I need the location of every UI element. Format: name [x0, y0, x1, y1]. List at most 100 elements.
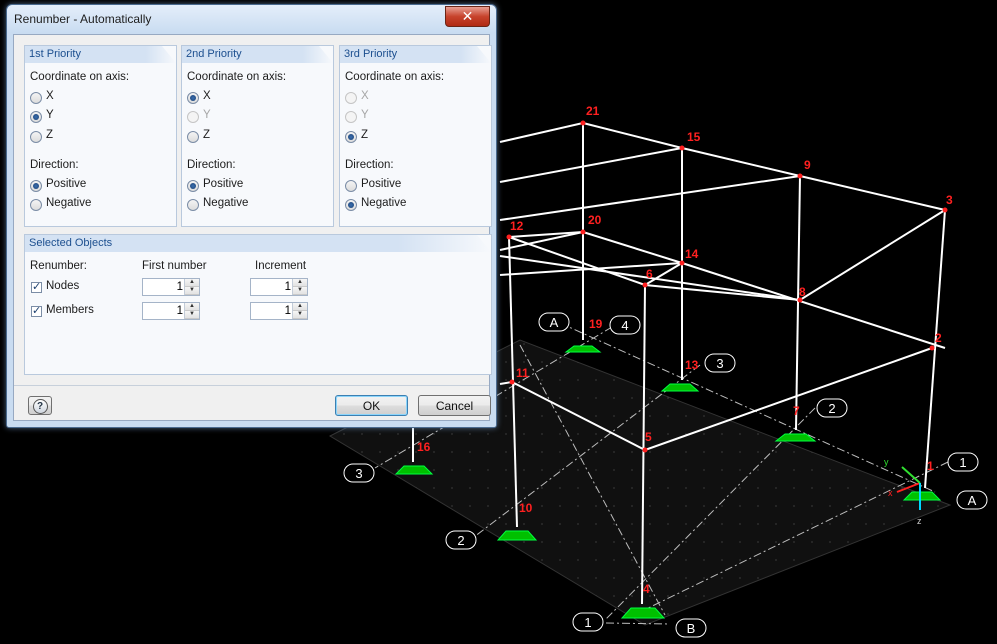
priority-2-radio-positive[interactable] [187, 180, 199, 192]
priority-3-label-y: Y [361, 109, 369, 121]
priority-1-header: 1st Priority [25, 46, 176, 63]
priority-2-radio-negative[interactable] [187, 199, 199, 211]
svg-text:1: 1 [584, 615, 591, 630]
close-button[interactable]: ✕ [445, 6, 490, 27]
priority-1-label-x[interactable]: X [46, 90, 54, 102]
ok-button[interactable]: OK [335, 395, 408, 416]
priority-3-label-negative[interactable]: Negative [361, 197, 406, 209]
node-label-13: 13 [685, 358, 699, 372]
dialog-titlebar[interactable]: Renumber - Automatically ✕ [7, 5, 496, 33]
priority-1-radio-negative[interactable] [30, 199, 42, 211]
priority-1-label-z[interactable]: Z [46, 129, 53, 141]
node-label-7: 7 [793, 404, 800, 418]
grid-bubble-A-right: A [956, 490, 988, 510]
nodes-first-down-icon[interactable]: ▼ [185, 287, 199, 295]
priority-1-radio-positive[interactable] [30, 180, 42, 192]
node-label-9: 9 [804, 158, 811, 172]
first-number-label: First number [142, 260, 207, 272]
close-icon: ✕ [461, 8, 474, 24]
members-label[interactable]: Members [46, 304, 94, 316]
node-label-6: 6 [646, 267, 653, 281]
svg-text:3: 3 [716, 356, 723, 371]
svg-text:A: A [550, 315, 559, 330]
members-checkbox[interactable] [31, 304, 42, 317]
nodes-first-up-icon[interactable]: ▲ [185, 279, 199, 287]
grid-bubble-4: 4 [609, 315, 641, 335]
grid-bubble-3-right: 3 [704, 353, 736, 373]
priority-2-label-positive[interactable]: Positive [203, 178, 243, 190]
help-icon: ? [32, 398, 48, 414]
grid-bubble-A-top: A [538, 312, 570, 332]
priority-3-label-positive[interactable]: Positive [361, 178, 401, 190]
priority-1-label-negative[interactable]: Negative [46, 197, 91, 209]
priority-2-radio-x[interactable] [187, 92, 199, 104]
priority-3-coord-label: Coordinate on axis: [345, 71, 445, 83]
priority-3-group: 3rd Priority Coordinate on axis: X Y Z D… [339, 45, 492, 227]
priority-2-group: 2nd Priority Coordinate on axis: X Y Z D… [181, 45, 334, 227]
svg-text:1: 1 [959, 455, 966, 470]
help-button[interactable]: ? [28, 396, 52, 415]
priority-2-label-z[interactable]: Z [203, 129, 210, 141]
priority-3-radio-negative[interactable] [345, 199, 357, 211]
node-label-10: 10 [519, 501, 533, 515]
priority-2-label-x[interactable]: X [203, 90, 211, 102]
priority-2-label-y: Y [203, 109, 211, 121]
grid-bubble-1-bottom: 1 [572, 612, 604, 632]
node-label-21: 21 [586, 104, 600, 118]
priority-3-direction-label: Direction: [345, 159, 394, 171]
grid-bubble-2-right: 2 [816, 398, 848, 418]
members-increment-input[interactable] [251, 303, 293, 319]
svg-text:A: A [968, 493, 977, 508]
node-label-5: 5 [645, 430, 652, 444]
priority-2-direction-label: Direction: [187, 159, 236, 171]
renumber-dialog: Renumber - Automatically ✕ 1st Priority … [6, 4, 497, 428]
node-label-1: 1 [927, 459, 934, 473]
priority-2-label-negative[interactable]: Negative [203, 197, 248, 209]
priority-1-group: 1st Priority Coordinate on axis: X Y Z D… [24, 45, 177, 227]
node-label-4: 4 [643, 582, 650, 596]
axis-x-label: x [888, 488, 893, 498]
members-first-number-input[interactable] [143, 303, 185, 319]
priority-3-radio-z[interactable] [345, 131, 357, 143]
cancel-button[interactable]: Cancel [418, 395, 491, 416]
svg-text:2: 2 [457, 533, 464, 548]
axis-z-label: z [917, 516, 922, 526]
svg-text:2: 2 [828, 401, 835, 416]
nodes-increment-down-icon[interactable]: ▼ [293, 287, 307, 295]
grid-bubble-3-left: 3 [343, 463, 375, 483]
priority-1-label-y[interactable]: Y [46, 109, 54, 121]
priority-3-label-z[interactable]: Z [361, 129, 368, 141]
priority-1-radio-y[interactable] [30, 111, 42, 123]
priority-3-radio-x [345, 92, 357, 104]
members-first-down-icon[interactable]: ▼ [185, 311, 199, 319]
priority-1-label-positive[interactable]: Positive [46, 178, 86, 190]
nodes-increment-stepper[interactable]: ▲▼ [250, 278, 308, 296]
members-increment-up-icon[interactable]: ▲ [293, 303, 307, 311]
members-first-up-icon[interactable]: ▲ [185, 303, 199, 311]
dialog-title: Renumber - Automatically [14, 12, 152, 26]
members-first-number-stepper[interactable]: ▲▼ [142, 302, 200, 320]
priority-2-header: 2nd Priority [182, 46, 333, 63]
nodes-increment-input[interactable] [251, 279, 293, 295]
node-label-16: 16 [417, 440, 431, 454]
nodes-label[interactable]: Nodes [46, 280, 79, 292]
nodes-checkbox[interactable] [31, 280, 42, 293]
priority-2-radio-z[interactable] [187, 131, 199, 143]
nodes-first-number-input[interactable] [143, 279, 185, 295]
axis-y-label: y [884, 457, 889, 467]
increment-label: Increment [255, 260, 307, 272]
members-increment-stepper[interactable]: ▲▼ [250, 302, 308, 320]
node-label-19: 19 [589, 317, 603, 331]
priority-1-radio-z[interactable] [30, 131, 42, 143]
node-label-14: 14 [685, 247, 699, 261]
priority-1-coord-label: Coordinate on axis: [30, 71, 130, 83]
priority-3-label-x: X [361, 90, 369, 102]
nodes-increment-up-icon[interactable]: ▲ [293, 279, 307, 287]
priority-1-radio-x[interactable] [30, 92, 42, 104]
node-label-20: 20 [588, 213, 602, 227]
grid-bubble-2-left: 2 [445, 530, 477, 550]
priority-3-radio-positive[interactable] [345, 180, 357, 192]
members-increment-down-icon[interactable]: ▼ [293, 311, 307, 319]
nodes-first-number-stepper[interactable]: ▲▼ [142, 278, 200, 296]
priority-3-radio-y [345, 111, 357, 123]
